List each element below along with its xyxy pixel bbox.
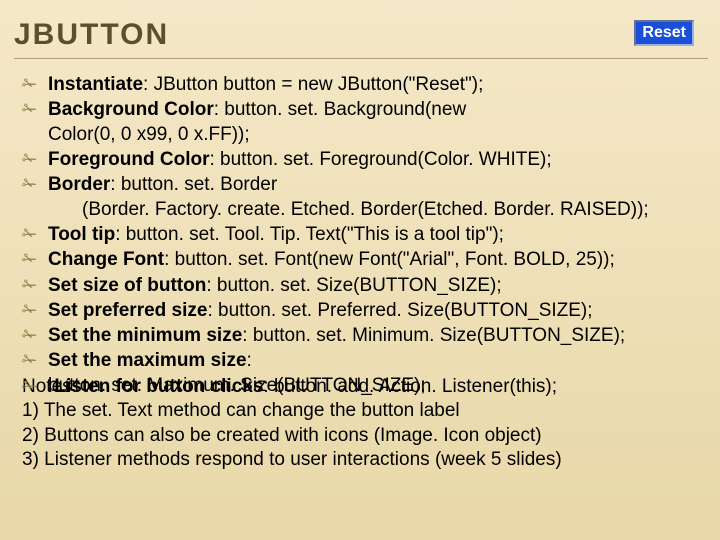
list-item: Set preferred size: button. set. Preferr…: [22, 299, 708, 323]
notes-block: Notes: Listen for button clicks: button.…: [14, 375, 708, 472]
list-item: Instantiate: JButton button = new JButto…: [22, 73, 708, 97]
note-line: 2) Buttons can also be created with icon…: [22, 424, 708, 448]
list-item: Change Font: button. set. Font(new Font(…: [22, 248, 708, 272]
list-item: Set size of button: button. set. Size(BU…: [22, 274, 708, 298]
page-title: JBUTTON: [14, 18, 169, 52]
slide: JBUTTON Reset Instantiate: JButton butto…: [0, 0, 720, 540]
note-line: 3) Listener methods respond to user inte…: [22, 448, 708, 472]
list-item: Foreground Color: button. set. Foregroun…: [22, 148, 708, 172]
list-item: Listen for button clicks: button. add. A…: [22, 375, 557, 399]
list-item: Set the minimum size: button. set. Minim…: [22, 324, 708, 348]
list-item: Border: button. set. Border(Border. Fact…: [22, 173, 708, 222]
bullet-list: Instantiate: JButton button = new JButto…: [14, 73, 708, 398]
header: JBUTTON Reset: [14, 18, 708, 59]
reset-button[interactable]: Reset: [634, 20, 694, 46]
list-item: Background Color: button. set. Backgroun…: [22, 98, 708, 147]
list-item: Tool tip: button. set. Tool. Tip. Text("…: [22, 223, 708, 247]
note-line: 1) The set. Text method can change the b…: [22, 399, 708, 423]
notes-heading: Notes: Listen for button clicks: button.…: [22, 375, 708, 399]
